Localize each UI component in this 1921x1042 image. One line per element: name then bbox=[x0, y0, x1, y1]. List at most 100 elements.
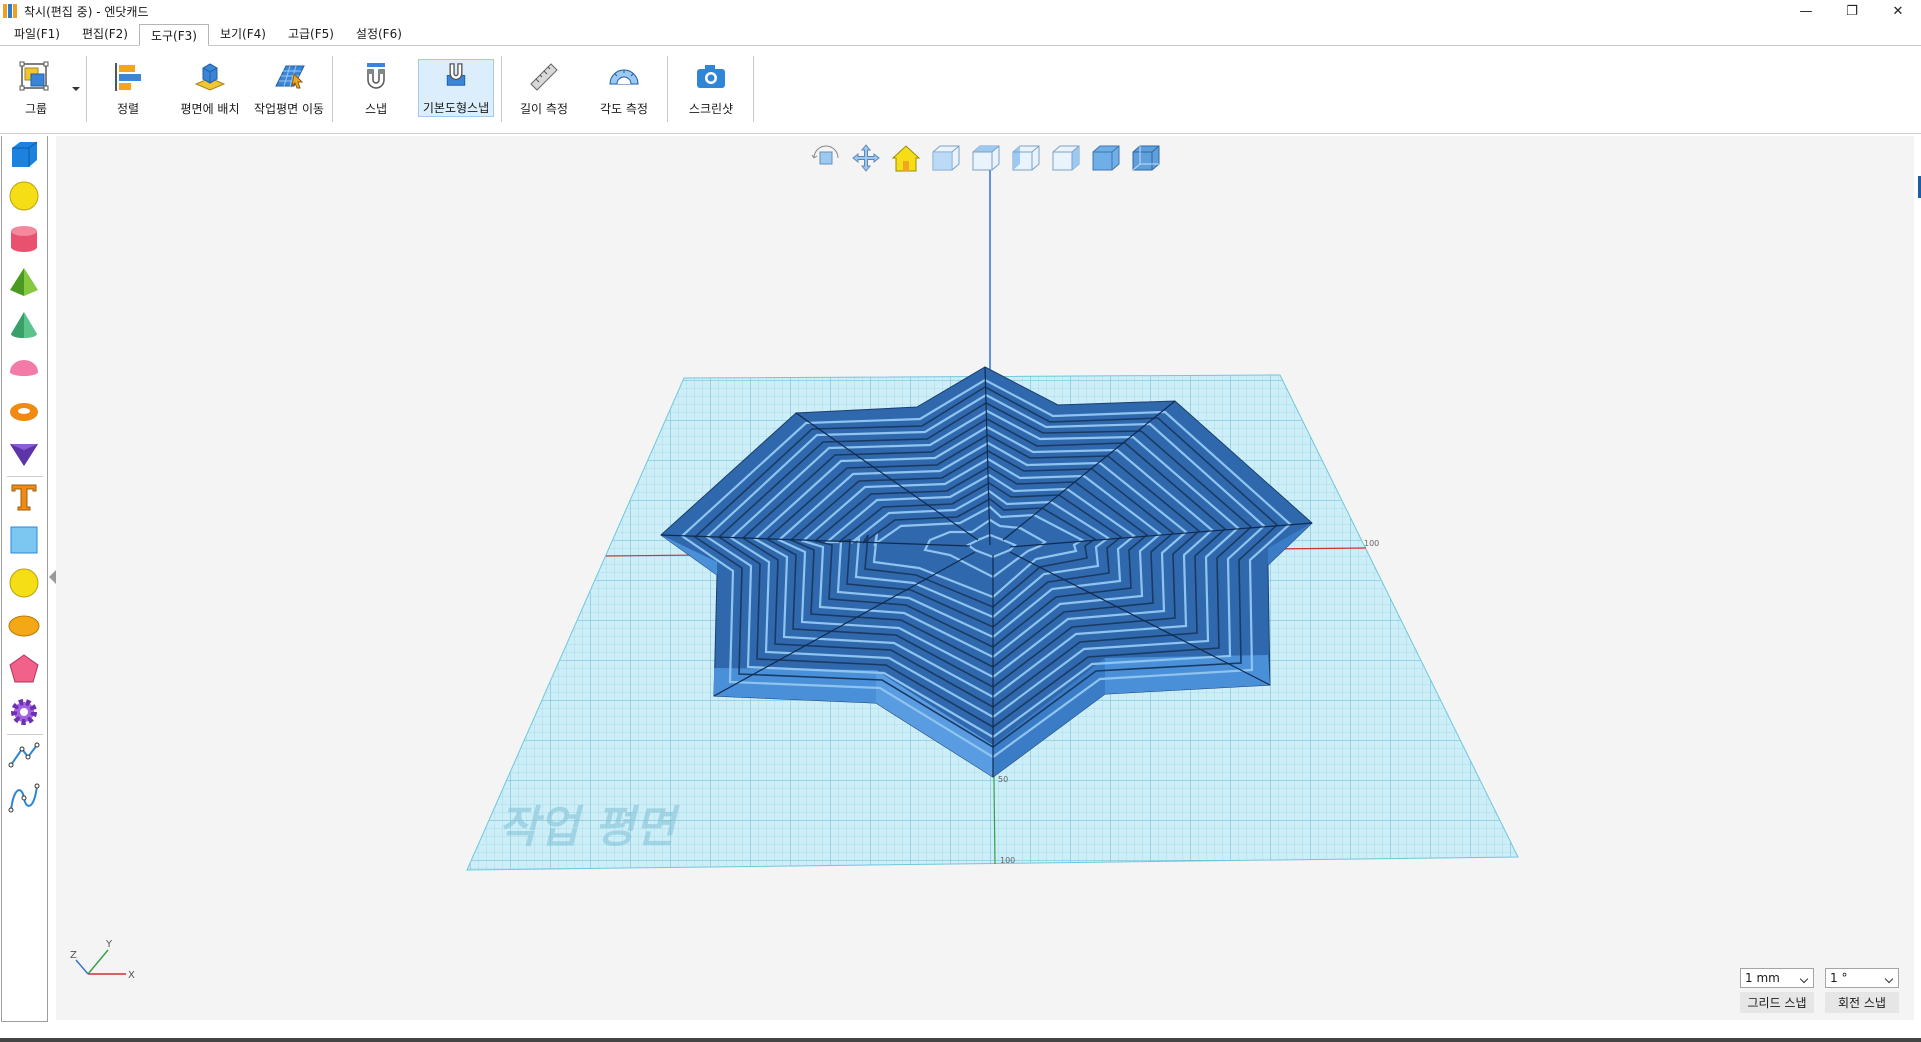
camera-icon bbox=[697, 65, 725, 88]
torus-tool[interactable] bbox=[8, 395, 40, 427]
place-on-plane-label: 평면에 배치 bbox=[180, 102, 240, 116]
group-icon bbox=[19, 61, 49, 91]
app-logo-icon bbox=[3, 4, 17, 18]
cone-tool[interactable] bbox=[8, 309, 40, 341]
text-tool[interactable] bbox=[8, 481, 40, 513]
ellipse-tool[interactable] bbox=[8, 610, 40, 642]
cylinder-tool[interactable] bbox=[8, 223, 40, 255]
polygon-tool[interactable] bbox=[8, 653, 40, 685]
ruler-icon bbox=[530, 63, 558, 91]
rotate-snap-select[interactable]: 1 ° bbox=[1825, 968, 1899, 988]
align-button[interactable]: 정렬 bbox=[108, 60, 148, 126]
ribbon-separator bbox=[667, 56, 668, 122]
pan-icon[interactable] bbox=[850, 142, 882, 174]
view-left-icon[interactable] bbox=[1010, 142, 1042, 174]
measure-length-label: 길이 측정 bbox=[520, 102, 568, 116]
menu-view[interactable]: 보기(F4) bbox=[209, 23, 277, 45]
minimize-button[interactable]: — bbox=[1783, 0, 1829, 22]
protractor-icon bbox=[609, 69, 639, 85]
polygon-icon bbox=[9, 654, 39, 683]
primitive-snap-button[interactable]: 기본도형스냅 bbox=[418, 59, 494, 117]
group-button[interactable]: 그룹 bbox=[14, 60, 58, 126]
3d-viewport[interactable]: 100 50 100 작업 평면 X Y Z bbox=[56, 136, 1914, 1020]
view-front-icon[interactable] bbox=[930, 142, 962, 174]
view-nav-toolbar bbox=[810, 142, 1162, 174]
scene-svg: 100 50 100 작업 평면 bbox=[466, 164, 1519, 871]
svg-text:Y: Y bbox=[105, 939, 113, 950]
snap-button[interactable]: 스냅 bbox=[356, 60, 396, 126]
sphere-tool[interactable] bbox=[8, 180, 40, 212]
grid-snap-control: 1 mm 그리드 스냅 bbox=[1740, 968, 1814, 1013]
pyramid-icon bbox=[10, 268, 38, 296]
rectangle-tool[interactable] bbox=[8, 524, 40, 556]
measure-angle-label: 각도 측정 bbox=[600, 102, 648, 116]
window-title: 착시(편집 중) - 엔닷캐드 bbox=[24, 4, 149, 19]
orbit-icon[interactable] bbox=[810, 142, 842, 174]
polyline-icon bbox=[8, 742, 40, 768]
axis-tick-x: 100 bbox=[1364, 539, 1379, 548]
axis-tick-y-near: 50 bbox=[998, 775, 1008, 784]
prism-tool[interactable] bbox=[8, 438, 40, 470]
align-label: 정렬 bbox=[116, 102, 140, 116]
torus-icon bbox=[10, 403, 38, 421]
gear-tool[interactable] bbox=[8, 696, 40, 728]
menu-advanced[interactable]: 고급(F5) bbox=[277, 23, 345, 45]
grid-snap-select[interactable]: 1 mm bbox=[1740, 968, 1814, 988]
maximize-button[interactable]: ❐ bbox=[1829, 0, 1875, 22]
move-workplane-button[interactable]: 작업평면 이동 bbox=[250, 60, 328, 126]
ribbon-separator bbox=[86, 56, 87, 122]
measure-angle-button[interactable]: 각도 측정 bbox=[594, 60, 654, 126]
pyramid-tool[interactable] bbox=[8, 266, 40, 298]
view-right-icon[interactable] bbox=[1050, 142, 1082, 174]
axis-tick-y-far: 100 bbox=[1000, 856, 1015, 865]
place-on-plane-button[interactable]: 평면에 배치 bbox=[175, 60, 245, 126]
move-workplane-icon bbox=[275, 65, 305, 89]
curve-icon bbox=[8, 783, 40, 813]
left-shape-toolbar bbox=[1, 136, 48, 1022]
grid-snap-label: 그리드 스냅 bbox=[1740, 992, 1814, 1013]
snap-label: 스냅 bbox=[364, 102, 388, 116]
cylinder-icon bbox=[11, 226, 37, 252]
place-on-plane-icon bbox=[194, 63, 226, 91]
menu-settings[interactable]: 설정(F6) bbox=[345, 23, 413, 45]
polyline-tool[interactable] bbox=[8, 739, 40, 771]
circle-icon bbox=[9, 568, 39, 598]
ribbon-toolbar: 그룹 정렬 평면에 배치 작업평면 이동 스냅 기본도형스냅 길이 측정 각도 … bbox=[0, 46, 1921, 134]
window-controls: — ❐ ✕ bbox=[1783, 0, 1921, 22]
curve-tool[interactable] bbox=[8, 782, 40, 814]
svg-text:Z: Z bbox=[70, 950, 77, 961]
home-icon[interactable] bbox=[890, 142, 922, 174]
view-top-icon[interactable] bbox=[970, 142, 1002, 174]
menu-edit[interactable]: 편집(F2) bbox=[71, 23, 139, 45]
workplane-watermark: 작업 평면 bbox=[495, 802, 685, 853]
app-window: 착시(편집 중) - 엔닷캐드 — ❐ ✕ 파일(F1) 편집(F2) 도구(F… bbox=[0, 0, 1921, 1042]
measure-length-button[interactable]: 길이 측정 bbox=[514, 60, 574, 126]
toolbar-separator bbox=[7, 476, 43, 477]
text-icon bbox=[11, 484, 37, 511]
view-back-icon[interactable] bbox=[1090, 142, 1122, 174]
close-button[interactable]: ✕ bbox=[1875, 0, 1921, 22]
rotate-snap-control: 1 ° 회전 스냅 bbox=[1825, 968, 1899, 1013]
box-tool[interactable] bbox=[8, 138, 40, 170]
axes-gizmo: X Y Z bbox=[70, 939, 135, 981]
ellipse-icon bbox=[8, 615, 40, 637]
rotate-snap-label: 회전 스냅 bbox=[1825, 992, 1899, 1013]
ribbon-separator bbox=[332, 56, 333, 122]
gear-icon bbox=[11, 699, 37, 725]
circle-tool[interactable] bbox=[8, 567, 40, 599]
ribbon-separator bbox=[753, 56, 754, 122]
group-dropdown-arrow[interactable] bbox=[72, 87, 80, 91]
menu-tools[interactable]: 도구(F3) bbox=[138, 24, 209, 46]
collapse-panel-arrow[interactable] bbox=[49, 570, 56, 584]
menu-bar: 파일(F1) 편집(F2) 도구(F3) 보기(F4) 고급(F5) 설정(F6… bbox=[0, 22, 1921, 46]
hemisphere-tool[interactable] bbox=[8, 352, 40, 384]
title-bar: 착시(편집 중) - 엔닷캐드 — ❐ ✕ bbox=[0, 0, 1921, 22]
toolbar-separator bbox=[7, 734, 43, 735]
screenshot-button[interactable]: 스크린샷 bbox=[680, 60, 742, 126]
bottom-border bbox=[0, 1038, 1921, 1042]
view-iso-icon[interactable] bbox=[1130, 142, 1162, 174]
rectangle-icon bbox=[10, 526, 38, 554]
hemisphere-icon bbox=[10, 360, 38, 376]
primitive-snap-label: 기본도형스냅 bbox=[422, 101, 490, 115]
menu-file[interactable]: 파일(F1) bbox=[3, 23, 71, 45]
